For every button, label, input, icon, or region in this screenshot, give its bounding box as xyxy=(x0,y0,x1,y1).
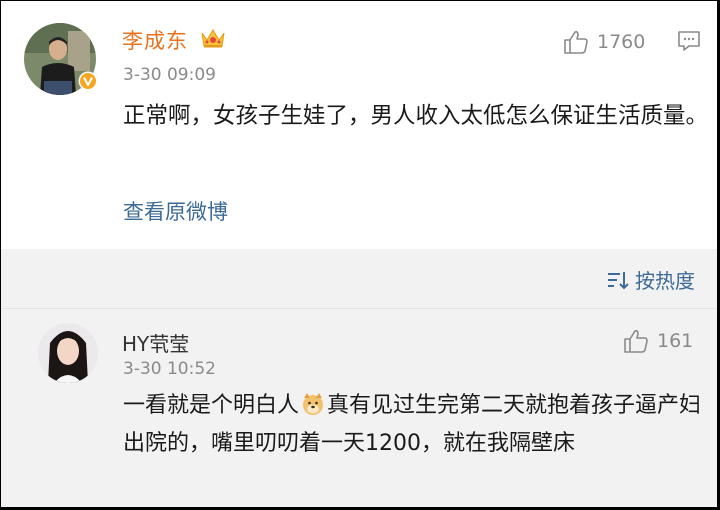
crown-icon xyxy=(200,27,226,49)
comment-thread: 李成东 3-30 09:09 1760 正常啊，女孩子生娃了，男人收入太低怎么保… xyxy=(1,1,717,507)
post-like-count: 1760 xyxy=(597,31,646,53)
reply-username[interactable]: HY茕莹 xyxy=(122,328,189,357)
view-original-link[interactable]: 查看原微博 xyxy=(123,196,228,226)
post-like-button[interactable]: 1760 xyxy=(563,29,645,55)
reply-avatar[interactable] xyxy=(38,323,98,383)
reply-like-button[interactable]: 161 xyxy=(623,328,693,354)
reply-bubble-icon[interactable] xyxy=(677,29,701,57)
post-card: 李成东 3-30 09:09 1760 正常啊，女孩子生娃了，男人收入太低怎么保… xyxy=(1,1,717,249)
sort-icon xyxy=(608,271,629,289)
verified-v-icon xyxy=(78,71,98,91)
divider xyxy=(1,308,717,309)
thumbs-up-icon xyxy=(564,31,588,54)
sort-label: 按热度 xyxy=(635,269,695,293)
sort-by-hot-button[interactable]: 按热度 xyxy=(607,265,695,294)
doge-emoji-icon xyxy=(301,391,325,415)
thumbs-up-icon xyxy=(624,330,648,353)
post-content: 正常啊，女孩子生娃了，男人收入太低怎么保证生活质量。 xyxy=(123,103,709,129)
reply-like-count: 161 xyxy=(657,330,694,352)
reply-timestamp: 3-30 10:52 xyxy=(123,359,216,379)
reply-content: 一看就是个明白人 真有见过生完第二天就抱着孩子逼产妇出院的，嘴里叨叨着一天120… xyxy=(123,387,713,463)
reply-text-part-1: 一看就是个明白人 xyxy=(123,393,300,418)
post-username[interactable]: 李成东 xyxy=(122,25,188,55)
post-timestamp: 3-30 09:09 xyxy=(123,65,216,85)
